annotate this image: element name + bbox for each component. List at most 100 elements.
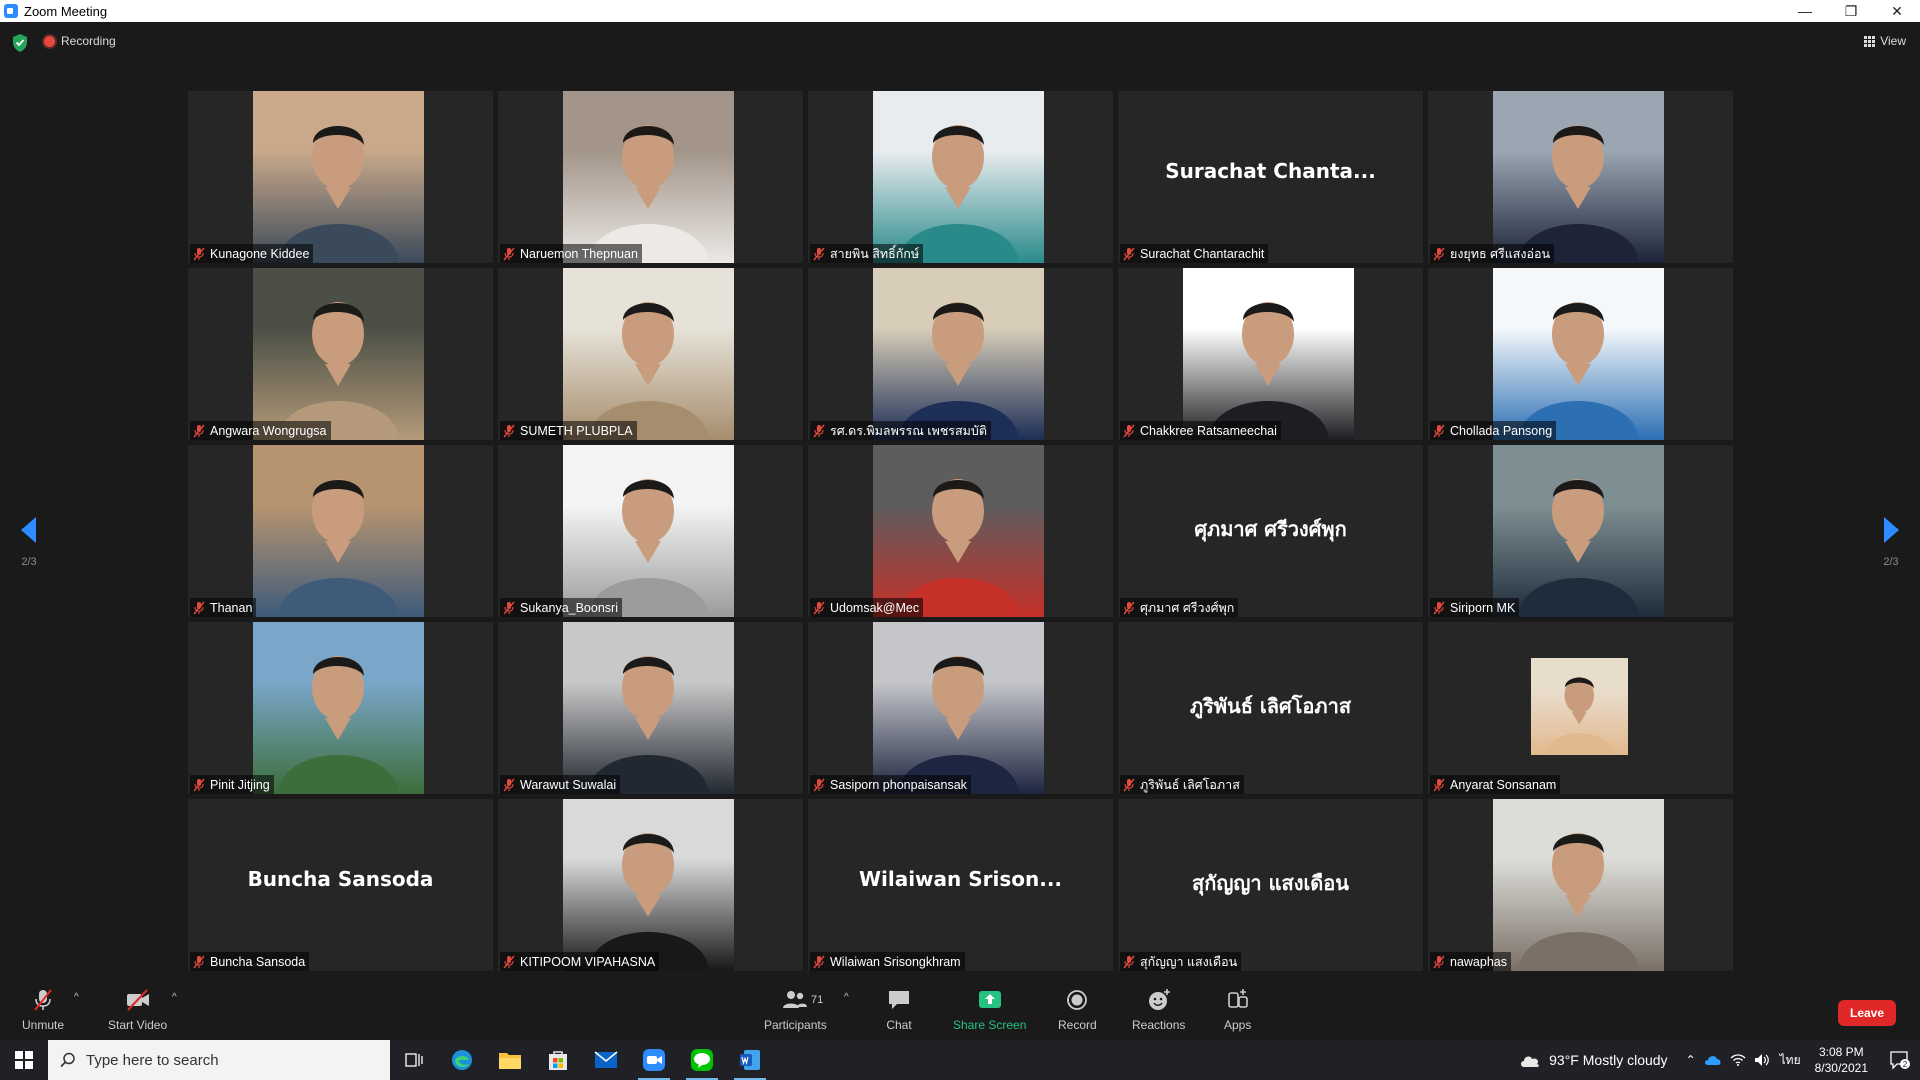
- participant-video: [253, 445, 424, 617]
- muted-mic-icon: [813, 247, 825, 260]
- person-silhouette-icon: [898, 125, 1019, 263]
- participant-tile[interactable]: Sasiporn phonpaisansak: [808, 622, 1113, 794]
- participant-tile[interactable]: Pinit Jitjing: [188, 622, 493, 794]
- participant-tile[interactable]: Anyarat Sonsanam: [1428, 622, 1733, 794]
- next-page-arrow-icon[interactable]: [1880, 515, 1902, 545]
- previous-page-arrow-icon[interactable]: [18, 515, 40, 545]
- mail-icon[interactable]: [582, 1040, 630, 1080]
- participant-name-label: Anyarat Sonsanam: [1430, 775, 1561, 794]
- participant-display-name: ศุภมาศ ศรีวงศ์พุก: [1194, 517, 1347, 541]
- apps-button[interactable]: Apps: [1224, 988, 1251, 1032]
- participant-tile[interactable]: nawaphas: [1428, 799, 1733, 971]
- participant-tile[interactable]: Warawut Suwalai: [498, 622, 803, 794]
- participant-name: Thanan: [210, 600, 253, 615]
- security-shield-icon[interactable]: [12, 34, 28, 52]
- participant-name: KITIPOOM VIPAHASNA: [520, 954, 656, 969]
- record-button[interactable]: Record: [1058, 988, 1097, 1032]
- participants-options-caret-icon[interactable]: ^: [844, 992, 849, 1003]
- participant-video: [253, 268, 424, 440]
- participant-video: [873, 268, 1044, 440]
- weather-widget[interactable]: 93°F Mostly cloudy: [1519, 1052, 1668, 1068]
- share-screen-label: Share Screen: [953, 1018, 1027, 1032]
- participants-label: Participants: [764, 1018, 827, 1032]
- share-screen-button[interactable]: Share Screen: [953, 988, 1026, 1032]
- task-view-icon[interactable]: [390, 1040, 438, 1080]
- reactions-label: Reactions: [1132, 1018, 1186, 1032]
- leave-button[interactable]: Leave: [1838, 1000, 1896, 1026]
- person-silhouette-icon: [278, 656, 399, 794]
- participant-name: Chollada Pansong: [1450, 423, 1553, 438]
- participant-tile[interactable]: ยงยุทธ ศรีแสงอ่อน: [1428, 91, 1733, 263]
- muted-mic-icon: [503, 955, 515, 968]
- participant-display-name: ภูริพันธ์ เลิศโอภาส: [1189, 694, 1352, 718]
- participant-tile[interactable]: KITIPOOM VIPAHASNA: [498, 799, 803, 971]
- recording-indicator[interactable]: Recording: [44, 34, 116, 48]
- line-app-icon[interactable]: [678, 1040, 726, 1080]
- file-explorer-icon[interactable]: [486, 1040, 534, 1080]
- video-off-icon: [126, 989, 149, 1011]
- input-language[interactable]: ไทย: [1780, 1051, 1801, 1070]
- view-button[interactable]: View: [1864, 34, 1906, 48]
- participant-tile[interactable]: รศ.ดร.พิมลพรรณ เพชรสมบัติ: [808, 268, 1113, 440]
- participant-name: Surachat Chantarachit: [1140, 246, 1265, 261]
- participant-tile[interactable]: Chollada Pansong: [1428, 268, 1733, 440]
- participant-tile[interactable]: Sukanya_Boonsri: [498, 445, 803, 617]
- participant-video: [253, 622, 424, 794]
- participant-tile[interactable]: สายพิน สิทธิ์กักษ์: [808, 91, 1113, 263]
- windows-start-button[interactable]: [0, 1040, 48, 1080]
- participant-name: Udomsak@Mec: [830, 600, 920, 615]
- chat-button[interactable]: Chat: [886, 988, 912, 1032]
- participant-tile[interactable]: ภูริพันธ์ เลิศโอภาส ภูริพันธ์ เลิศโอภาส: [1118, 622, 1423, 794]
- participant-video: [1493, 91, 1664, 263]
- participant-tile[interactable]: Surachat Chanta... Surachat Chantarachit: [1118, 91, 1423, 263]
- notification-center-icon[interactable]: 2: [1880, 1050, 1920, 1070]
- participant-tile[interactable]: Siriporn MK: [1428, 445, 1733, 617]
- search-icon: [60, 1052, 75, 1068]
- taskbar-clock[interactable]: 3:08 PM 8/30/2021: [1815, 1044, 1868, 1076]
- onedrive-cloud-icon[interactable]: [1704, 1054, 1722, 1066]
- participant-tile[interactable]: Udomsak@Mec: [808, 445, 1113, 617]
- page-indicator-right: 2/3: [1883, 556, 1899, 568]
- participant-tile[interactable]: Wilaiwan Srison... Wilaiwan Srisongkhram: [808, 799, 1113, 971]
- microsoft-store-icon[interactable]: [534, 1040, 582, 1080]
- grid-view-icon: [1864, 35, 1876, 47]
- participant-name: สายพิน สิทธิ์กักษ์: [830, 246, 920, 261]
- participant-tile[interactable]: ศุภมาศ ศรีวงศ์พุก ศุภมาศ ศรีวงศ์พุก: [1118, 445, 1423, 617]
- person-silhouette-icon: [278, 125, 399, 263]
- participant-tile[interactable]: Kunagone Kiddee: [188, 91, 493, 263]
- muted-mic-icon: [503, 247, 515, 260]
- zoom-taskbar-icon[interactable]: [630, 1040, 678, 1080]
- participant-name-label: SUMETH PLUBPLA: [500, 421, 637, 440]
- page-indicator-left: 2/3: [21, 556, 37, 568]
- minimize-button[interactable]: —: [1782, 0, 1828, 22]
- volume-icon[interactable]: [1754, 1053, 1770, 1067]
- close-window-button[interactable]: ✕: [1874, 0, 1920, 22]
- participant-tile[interactable]: Naruemon Thepnuan: [498, 91, 803, 263]
- taskbar-search-box[interactable]: Type here to search: [48, 1040, 390, 1080]
- restore-button[interactable]: ❐: [1828, 0, 1874, 22]
- video-options-caret-icon[interactable]: ^: [172, 992, 177, 1003]
- apps-label: Apps: [1224, 1018, 1252, 1032]
- participant-tile[interactable]: Buncha Sansoda Buncha Sansoda: [188, 799, 493, 971]
- person-silhouette-icon: [1518, 479, 1639, 617]
- edge-browser-icon[interactable]: [438, 1040, 486, 1080]
- participant-tile[interactable]: Chakkree Ratsameechai: [1118, 268, 1423, 440]
- reactions-button[interactable]: Reactions: [1132, 988, 1185, 1032]
- tray-overflow-chevron-icon[interactable]: ⌃: [1686, 1053, 1696, 1067]
- unmute-button[interactable]: Unmute: [22, 988, 64, 1032]
- participant-name: Naruemon Thepnuan: [520, 246, 638, 261]
- wifi-icon[interactable]: [1730, 1053, 1746, 1067]
- participant-tile[interactable]: Angwara Wongrugsa: [188, 268, 493, 440]
- participant-tile[interactable]: สุกัญญา แสงเดือน สุกัญญา แสงเดือน: [1118, 799, 1423, 971]
- participant-name-label: ยงยุทธ ศรีแสงอ่อน: [1430, 244, 1555, 263]
- participant-tile[interactable]: SUMETH PLUBPLA: [498, 268, 803, 440]
- audio-options-caret-icon[interactable]: ^: [74, 992, 79, 1003]
- zoom-app-icon: [4, 4, 18, 18]
- muted-mic-icon: [193, 424, 205, 437]
- participant-tile[interactable]: Thanan: [188, 445, 493, 617]
- muted-mic-icon: [193, 955, 205, 968]
- word-app-icon[interactable]: [726, 1040, 774, 1080]
- participant-name: Warawut Suwalai: [520, 777, 617, 792]
- start-video-button[interactable]: Start Video: [108, 988, 167, 1032]
- participant-video: [873, 445, 1044, 617]
